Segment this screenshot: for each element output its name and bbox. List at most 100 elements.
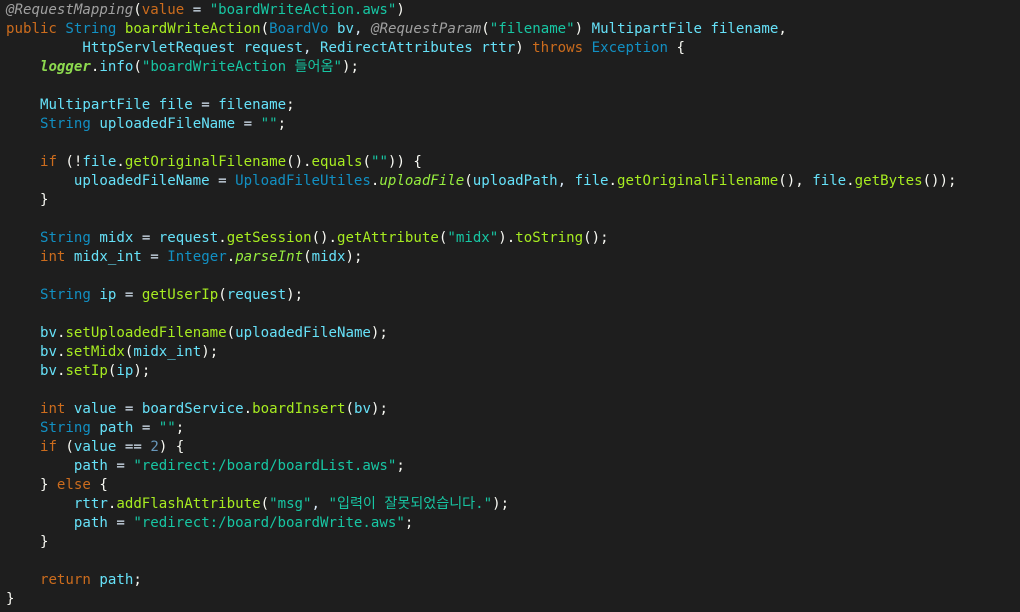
code-line[interactable]: if (value == 2) { xyxy=(6,438,1020,457)
code-line[interactable]: int midx_int = Integer.parseInt(midx); xyxy=(6,248,1020,267)
code-line[interactable]: } xyxy=(6,533,1020,552)
code-line[interactable]: bv.setMidx(midx_int); xyxy=(6,343,1020,362)
code-line[interactable]: path = "redirect:/board/boardWrite.aws"; xyxy=(6,514,1020,533)
code-line[interactable]: } xyxy=(6,191,1020,210)
code-token-method: getSession xyxy=(226,230,312,246)
code-line[interactable]: logger.info("boardWriteAction 들어옴"); xyxy=(6,58,1020,77)
code-token-type: Exception xyxy=(591,40,668,56)
code-token-string: "redirect:/board/boardWrite.aws" xyxy=(133,515,405,531)
code-token-punct: ); xyxy=(492,496,510,512)
code-token-string: "" xyxy=(370,154,388,170)
code-token-plain: = xyxy=(192,97,219,113)
code-token-type: UploadFileUtiles xyxy=(235,173,371,189)
code-token-plain: = xyxy=(133,230,159,246)
code-token-ident: MultipartFile xyxy=(591,21,702,37)
code-token-punct: (); xyxy=(583,230,609,246)
code-editor[interactable]: @RequestMapping(value = "boardWriteActio… xyxy=(0,0,1020,612)
code-line[interactable]: public String boardWriteAction(BoardVo b… xyxy=(6,20,1020,39)
code-line[interactable]: MultipartFile file = filename; xyxy=(6,96,1020,115)
code-token-string: "" xyxy=(260,116,278,132)
code-token-plain: = xyxy=(184,2,210,18)
code-line[interactable]: String ip = getUserIp(request); xyxy=(6,286,1020,305)
code-token-punct: , xyxy=(778,21,787,37)
code-line[interactable]: @RequestMapping(value = "boardWriteActio… xyxy=(6,1,1020,20)
code-token-punct: . xyxy=(846,173,855,189)
code-token-punct: ( xyxy=(226,325,236,341)
code-token-punct: ) { xyxy=(158,439,185,455)
code-line[interactable]: bv.setIp(ip); xyxy=(6,362,1020,381)
code-line[interactable]: uploadedFileName = UploadFileUtiles. uplo… xyxy=(6,172,1020,191)
code-line[interactable]: ​ xyxy=(6,552,1020,571)
code-token-punct: ( xyxy=(481,21,490,37)
code-token-ident: path xyxy=(73,458,108,474)
code-token-ident: value xyxy=(73,439,117,455)
code-token-punct: (), xyxy=(778,173,813,189)
code-token-ident: boardService xyxy=(141,401,244,417)
code-token-string: "boardWriteAction 들어옴" xyxy=(141,59,342,75)
code-token-punct: ) xyxy=(515,40,533,56)
code-line[interactable]: } xyxy=(6,590,1020,609)
code-token-type: Integer xyxy=(167,249,227,265)
code-line[interactable]: return path; xyxy=(6,571,1020,590)
code-line[interactable]: if (!file.getOriginalFilename().equals("… xyxy=(6,153,1020,172)
code-token-method: equals xyxy=(311,154,363,170)
code-token-ident: path xyxy=(99,420,134,436)
code-line[interactable]: path = "redirect:/board/boardList.aws"; xyxy=(6,457,1020,476)
code-token-ident: request xyxy=(226,287,287,303)
code-token-type: String xyxy=(39,420,91,436)
code-token-ident: ip xyxy=(116,363,134,379)
code-line[interactable]: rttr.addFlashAttribute("msg", "입력이 잘못되었습… xyxy=(6,495,1020,514)
code-token-ident: MultipartFile xyxy=(39,97,151,113)
code-line[interactable]: } else { xyxy=(6,476,1020,495)
code-line[interactable]: String midx = request.getSession().getAt… xyxy=(6,229,1020,248)
code-token-ident: path xyxy=(99,572,134,588)
code-line[interactable]: ​ xyxy=(6,210,1020,229)
code-line[interactable]: ​ xyxy=(6,134,1020,153)
code-token-punct: ; xyxy=(396,458,405,474)
code-line[interactable]: ​ xyxy=(6,305,1020,324)
code-line[interactable]: String uploadedFileName = ""; xyxy=(6,115,1020,134)
code-token-ident: request xyxy=(158,230,219,246)
code-token-ident: midx_int xyxy=(73,249,142,265)
code-token-plain: = xyxy=(235,116,261,132)
code-token-plain: , xyxy=(354,21,371,37)
code-token-punct: ) xyxy=(574,21,592,37)
code-line[interactable]: ​ xyxy=(6,381,1020,400)
code-token-method: boardWriteAction xyxy=(124,21,261,37)
code-token-ident: filename xyxy=(710,21,779,37)
code-token-plain: = xyxy=(107,515,134,531)
code-token-method: getOriginalFilename xyxy=(617,173,779,189)
code-token-string: "입력이 잘못되었습니다." xyxy=(328,496,493,512)
code-token-punct: ( xyxy=(303,249,312,265)
code-token-punct: ; xyxy=(175,420,185,436)
code-token-ident: bv xyxy=(39,344,57,360)
code-token-punct: ( xyxy=(464,173,473,189)
code-token-punct: { xyxy=(667,40,685,56)
code-line[interactable]: ​ xyxy=(6,267,1020,286)
code-line[interactable]: bv.setUploadedFilename(uploadedFileName)… xyxy=(6,324,1020,343)
code-token-punct: (! xyxy=(56,154,83,170)
code-token-ident: midx xyxy=(311,249,346,265)
code-token-punct: (). xyxy=(311,230,338,246)
code-line[interactable]: ​ xyxy=(6,77,1020,96)
code-token-ident: rttr xyxy=(73,496,108,512)
code-token-ident: bv xyxy=(39,325,57,341)
code-line[interactable]: String path = ""; xyxy=(6,419,1020,438)
code-line[interactable]: HttpServletRequest request, RedirectAttr… xyxy=(6,39,1020,58)
code-line[interactable]: int value = boardService.boardInsert(bv)… xyxy=(6,400,1020,419)
code-token-keyword: else xyxy=(56,477,91,493)
code-token-static-method: uploadFile xyxy=(379,173,465,189)
